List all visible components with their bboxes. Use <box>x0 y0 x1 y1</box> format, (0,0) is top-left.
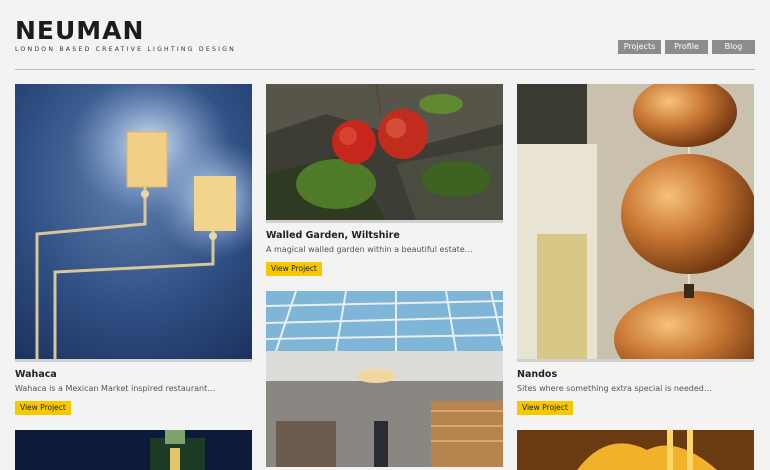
project-image-walled-garden[interactable] <box>266 84 503 220</box>
project-image-atrium[interactable] <box>266 291 503 467</box>
nav-projects-button[interactable]: Projects <box>618 40 661 54</box>
logo-title: NEUMAN <box>15 16 145 45</box>
image-underline <box>266 220 503 223</box>
project-image-wahaca[interactable] <box>15 84 252 359</box>
logo[interactable]: NEUMAN LONDON BASED CREATIVE LIGHTING DE… <box>15 16 236 54</box>
nav-profile-button[interactable]: Profile <box>665 40 708 54</box>
project-description: A magical walled garden within a beautif… <box>266 245 473 254</box>
project-title[interactable]: Walled Garden, Wiltshire <box>266 230 503 241</box>
header-divider <box>15 69 755 70</box>
nav-blog-button[interactable]: Blog <box>712 40 755 54</box>
project-image-next[interactable] <box>517 430 754 470</box>
project-column-1: Wahaca Wahaca is a Mexican Market inspir… <box>15 84 252 470</box>
project-column-2: Walled Garden, Wiltshire A magical walle… <box>266 84 503 467</box>
project-image-next[interactable] <box>15 430 252 470</box>
project-column-3: Nandos Sites where something extra speci… <box>517 84 754 470</box>
view-project-button[interactable]: View Project <box>266 262 322 276</box>
view-project-button[interactable]: View Project <box>15 401 71 415</box>
project-title[interactable]: Wahaca <box>15 369 252 380</box>
project-description: Sites where something extra special is n… <box>517 384 712 393</box>
main-nav: Projects Profile Blog <box>618 40 755 54</box>
project-title[interactable]: Nandos <box>517 369 754 380</box>
project-description: Wahaca is a Mexican Market inspired rest… <box>15 384 216 393</box>
logo-subtitle: LONDON BASED CREATIVE LIGHTING DESIGN <box>15 46 236 53</box>
project-image-nandos[interactable] <box>517 84 754 359</box>
view-project-button[interactable]: View Project <box>517 401 573 415</box>
image-underline <box>517 359 754 362</box>
image-underline <box>15 359 252 362</box>
